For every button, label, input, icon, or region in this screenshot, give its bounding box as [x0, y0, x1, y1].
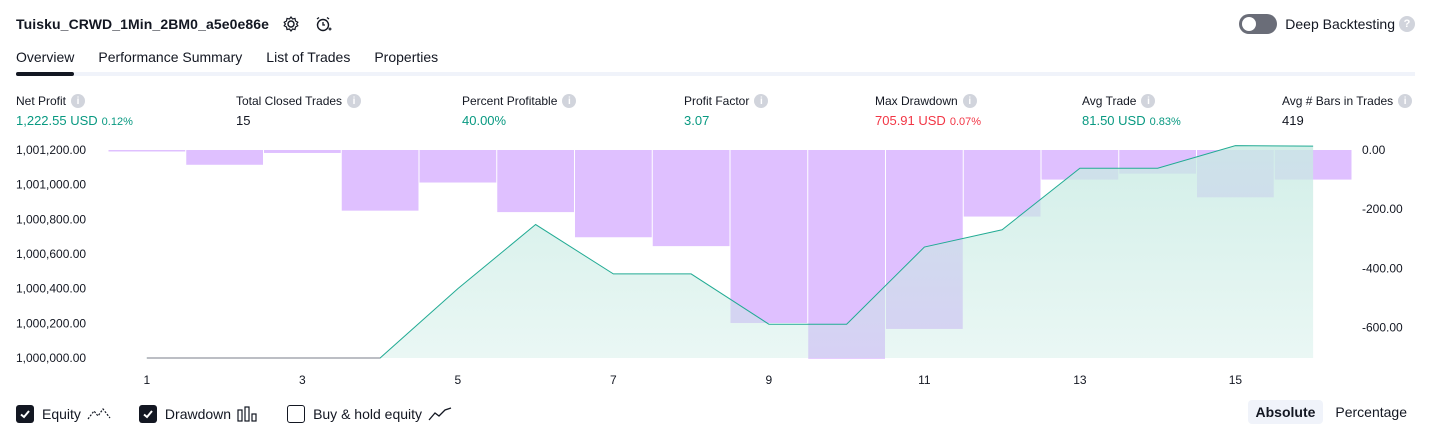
right-axis-tick-label: -400.00: [1362, 261, 1403, 275]
equity-label: Equity: [42, 406, 81, 422]
toggle-knob: [1242, 17, 1257, 31]
tab-overview[interactable]: Overview: [16, 46, 75, 76]
buy-hold-line-icon: [428, 406, 452, 422]
metric-percent: 0.12%: [101, 116, 133, 128]
chart-legend-bar: Equity Drawdown Buy & hold equity Absolu…: [16, 400, 1416, 426]
metric-avg-bars-in-trades: Avg # Bars in Trades i 419: [1282, 94, 1413, 128]
drawdown-bar: [497, 150, 574, 213]
metric-label: Avg # Bars in Trades: [1282, 94, 1394, 108]
metric-max-drawdown: Max Drawdown i 705.91 USD 0.07%: [875, 94, 981, 128]
tab-performance-summary[interactable]: Performance Summary: [98, 46, 242, 76]
metric-value: 1,222.55 USD: [16, 113, 98, 128]
deep-backtesting-label: Deep Backtesting: [1285, 16, 1395, 32]
tab-properties[interactable]: Properties: [374, 46, 438, 76]
display-mode-switch: Absolute Percentage: [1244, 400, 1416, 424]
deep-backtesting-toggle[interactable]: [1239, 14, 1278, 34]
right-axis-tick-label: -600.00: [1362, 320, 1403, 334]
x-axis-tick-label: 3: [299, 373, 306, 387]
metric-label: Profit Factor: [684, 94, 750, 108]
equity-checkbox[interactable]: Equity: [16, 405, 111, 423]
metric-value: 419: [1282, 113, 1304, 128]
x-axis-tick-label: 7: [610, 373, 617, 387]
left-axis-tick-label: 1,000,200.00: [16, 316, 86, 330]
metric-value: 705.91 USD: [875, 113, 946, 128]
metric-value: 40.00%: [462, 113, 507, 128]
left-axis-tick-label: 1,000,600.00: [16, 247, 86, 261]
drawdown-bar: [730, 150, 808, 324]
left-axis-tick-label: 1,001,000.00: [16, 178, 86, 192]
drawdown-checkbox[interactable]: Drawdown: [138, 405, 259, 423]
info-icon[interactable]: i: [1141, 94, 1156, 108]
x-axis-tick-label: 1: [144, 373, 151, 387]
checkbox-checked[interactable]: [16, 405, 34, 423]
info-icon[interactable]: i: [962, 94, 977, 108]
x-axis-tick-label: 11: [918, 373, 931, 387]
help-icon[interactable]: ?: [1399, 16, 1415, 32]
percentage-button[interactable]: Percentage: [1327, 400, 1415, 424]
left-axis-tick-label: 1,000,000.00: [16, 351, 86, 365]
x-axis-tick-label: 15: [1229, 373, 1243, 387]
checkbox-unchecked[interactable]: [287, 405, 306, 423]
absolute-button[interactable]: Absolute: [1247, 400, 1324, 424]
buy-hold-checkbox[interactable]: Buy & hold equity: [287, 405, 452, 423]
metric-label: Total Closed Trades: [236, 94, 343, 108]
drawdown-bar: [419, 150, 497, 183]
metric-label: Avg Trade: [1082, 94, 1137, 108]
left-axis-tick-label: 1,000,400.00: [16, 282, 86, 296]
drawdown-bar: [341, 150, 419, 211]
alert-icon[interactable]: [313, 14, 333, 34]
info-icon[interactable]: i: [562, 94, 577, 108]
info-icon[interactable]: i: [347, 94, 362, 108]
info-icon[interactable]: i: [754, 94, 769, 108]
checkbox-checked[interactable]: [138, 405, 157, 423]
tab-list-of-trades[interactable]: List of Trades: [266, 46, 350, 76]
drawdown-bar: [264, 150, 341, 153]
drawdown-bar: [963, 150, 1041, 217]
metrics-row: Net Profit i 1,222.55 USD 0.12% Total Clos…: [16, 94, 1415, 130]
metric-label: Max Drawdown: [875, 94, 958, 108]
drawdown-label: Drawdown: [164, 406, 232, 422]
drawdown-bar: [108, 150, 186, 152]
report-header: Tuisku_CRWD_1Min_2BM0_a5e0e86e Deep Back…: [16, 12, 1415, 36]
metric-value: 15: [236, 113, 251, 128]
metric-value: 81.50 USD: [1082, 113, 1146, 128]
metric-avg-trade: Avg Trade i 81.50 USD 0.83%: [1082, 94, 1181, 128]
right-axis-tick-label: -200.00: [1362, 202, 1403, 216]
drawdown-bar: [186, 150, 263, 165]
metric-total-closed-trades: Total Closed Trades i 15: [236, 94, 362, 128]
metric-value: 3.07: [684, 113, 710, 128]
info-icon[interactable]: i: [71, 94, 86, 108]
left-axis-tick-label: 1,000,800.00: [16, 212, 86, 226]
equity-drawdown-chart[interactable]: 1,001,200.00 1,001,000.00 1,000,800.00 1,00…: [0, 140, 1431, 392]
left-axis-tick-label: 1,001,200.00: [16, 143, 86, 157]
tab-bar: Overview Performance Summary List of Tra…: [16, 46, 1415, 76]
metric-label: Percent Profitable: [462, 94, 558, 108]
info-icon[interactable]: i: [1398, 94, 1413, 108]
x-axis-tick-label: 9: [766, 373, 773, 387]
buy-hold-label: Buy & hold equity: [313, 406, 423, 422]
right-axis-tick-label: 0.00: [1362, 143, 1386, 157]
deep-backtesting-control: Deep Backtesting ?: [1239, 12, 1415, 36]
settings-icon[interactable]: [281, 14, 301, 34]
drawdown-bar: [652, 150, 730, 247]
drawdown-bars-icon: [237, 406, 259, 422]
metric-percent: 0.07%: [949, 116, 982, 128]
equity-area: [146, 145, 1314, 358]
metric-profit-factor: Profit Factor i 3.07: [684, 94, 769, 128]
drawdown-bar: [575, 150, 652, 238]
strategy-name: Tuisku_CRWD_1Min_2BM0_a5e0e86e: [16, 16, 270, 32]
x-axis-tick-label: 5: [455, 373, 462, 387]
metric-net-profit: Net Profit i 1,222.55 USD 0.12%: [16, 94, 133, 128]
equity-line-icon: [87, 406, 111, 422]
metric-percent: 0.83%: [1149, 116, 1181, 128]
metric-percent-profitable: Percent Profitable i 40.00%: [462, 94, 577, 128]
x-axis-tick-label: 13: [1073, 373, 1087, 387]
metric-label: Net Profit: [16, 94, 67, 108]
